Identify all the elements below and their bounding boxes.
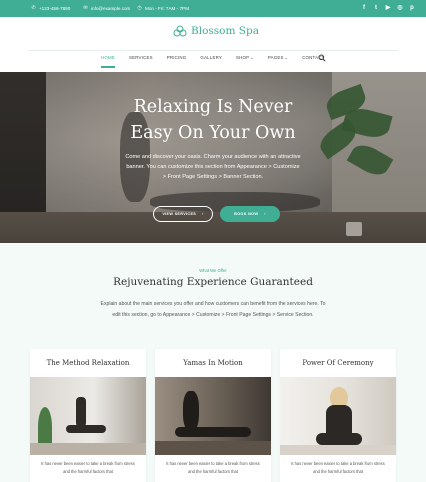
- book-now-label: BOOK NOW: [234, 212, 259, 216]
- twitter-icon[interactable]: t: [372, 4, 380, 12]
- main-navigation: HOME SERVICES PRICING GALLERY SHOP⌄ PAGE…: [101, 55, 338, 68]
- hero-title: Relaxing Is Never Easy On Your Own: [130, 97, 296, 143]
- search-icon[interactable]: [318, 54, 326, 62]
- chevron-right-icon: ›: [264, 212, 266, 216]
- service-card-image[interactable]: [155, 377, 271, 455]
- service-card[interactable]: Power Of Ceremony It has never been easi…: [280, 349, 396, 482]
- service-card-image[interactable]: [280, 377, 396, 455]
- view-services-button[interactable]: VIEW SERVICES ›: [153, 206, 213, 222]
- service-card[interactable]: Yamas In Motion It has never been easier…: [155, 349, 271, 482]
- service-card-text: It has never been easier to take a break…: [291, 461, 385, 474]
- service-card-image[interactable]: [30, 377, 146, 455]
- youtube-icon[interactable]: ▶: [384, 4, 392, 12]
- nav-shop[interactable]: SHOP⌄: [236, 55, 254, 67]
- phone-number: +123-456-7890: [39, 6, 71, 11]
- service-card-title[interactable]: Yamas In Motion: [155, 349, 271, 377]
- email-address: info@example.com: [91, 6, 131, 11]
- hero-banner: Relaxing Is Never Easy On Your Own Come …: [0, 72, 426, 243]
- nav-pricing[interactable]: PRICING: [167, 55, 187, 67]
- hours-contact: ◷ Mon - Fri: 7AM - 7PM: [137, 0, 189, 17]
- opening-hours: Mon - Fri: 7AM - 7PM: [145, 6, 189, 11]
- nav-home[interactable]: HOME: [101, 55, 115, 68]
- chevron-right-icon: ›: [202, 212, 204, 216]
- hero-description: Come and discover your oasis. Charm your…: [125, 154, 301, 180]
- site-header: Blossom Spa HOME SERVICES PRICING GALLER…: [0, 17, 426, 72]
- section-title: Rejuvenating Experience Guaranteed: [113, 276, 313, 288]
- instagram-icon[interactable]: ◎: [396, 4, 404, 12]
- pinterest-icon[interactable]: p: [408, 4, 416, 12]
- site-logo[interactable]: Blossom Spa: [173, 25, 259, 37]
- section-description: Explain about the main services you offe…: [100, 301, 326, 318]
- section-eyebrow: What We Offer: [199, 268, 227, 273]
- service-card-text: It has never been easier to take a break…: [166, 461, 260, 474]
- service-card-title[interactable]: The Method Relaxation: [30, 349, 146, 377]
- service-card[interactable]: The Method Relaxation It has never been …: [30, 349, 146, 482]
- top-bar: ✆ +123-456-7890 ✉ info@example.com ◷ Mon…: [0, 0, 426, 17]
- clock-icon: ◷: [137, 5, 142, 11]
- view-services-label: VIEW SERVICES: [162, 212, 197, 216]
- chevron-down-icon: ⌄: [250, 55, 254, 60]
- nav-gallery[interactable]: GALLERY: [200, 55, 222, 67]
- chevron-down-icon: ⌄: [284, 55, 289, 60]
- nav-pages[interactable]: PAGES⌄: [268, 55, 288, 67]
- email-contact[interactable]: ✉ info@example.com: [83, 0, 130, 17]
- social-links: f t ▶ ◎ p: [360, 4, 416, 12]
- phone-icon: ✆: [31, 5, 36, 11]
- service-card-text: It has never been easier to take a break…: [41, 461, 135, 474]
- site-title: Blossom Spa: [191, 25, 259, 37]
- lotus-logo-icon: [173, 25, 187, 37]
- mail-icon: ✉: [83, 5, 88, 11]
- phone-contact[interactable]: ✆ +123-456-7890: [31, 0, 70, 17]
- facebook-icon[interactable]: f: [360, 4, 368, 12]
- service-card-title[interactable]: Power Of Ceremony: [280, 349, 396, 377]
- book-now-button[interactable]: BOOK NOW ›: [220, 206, 280, 222]
- nav-services[interactable]: SERVICES: [129, 55, 153, 67]
- header-divider: [28, 50, 398, 51]
